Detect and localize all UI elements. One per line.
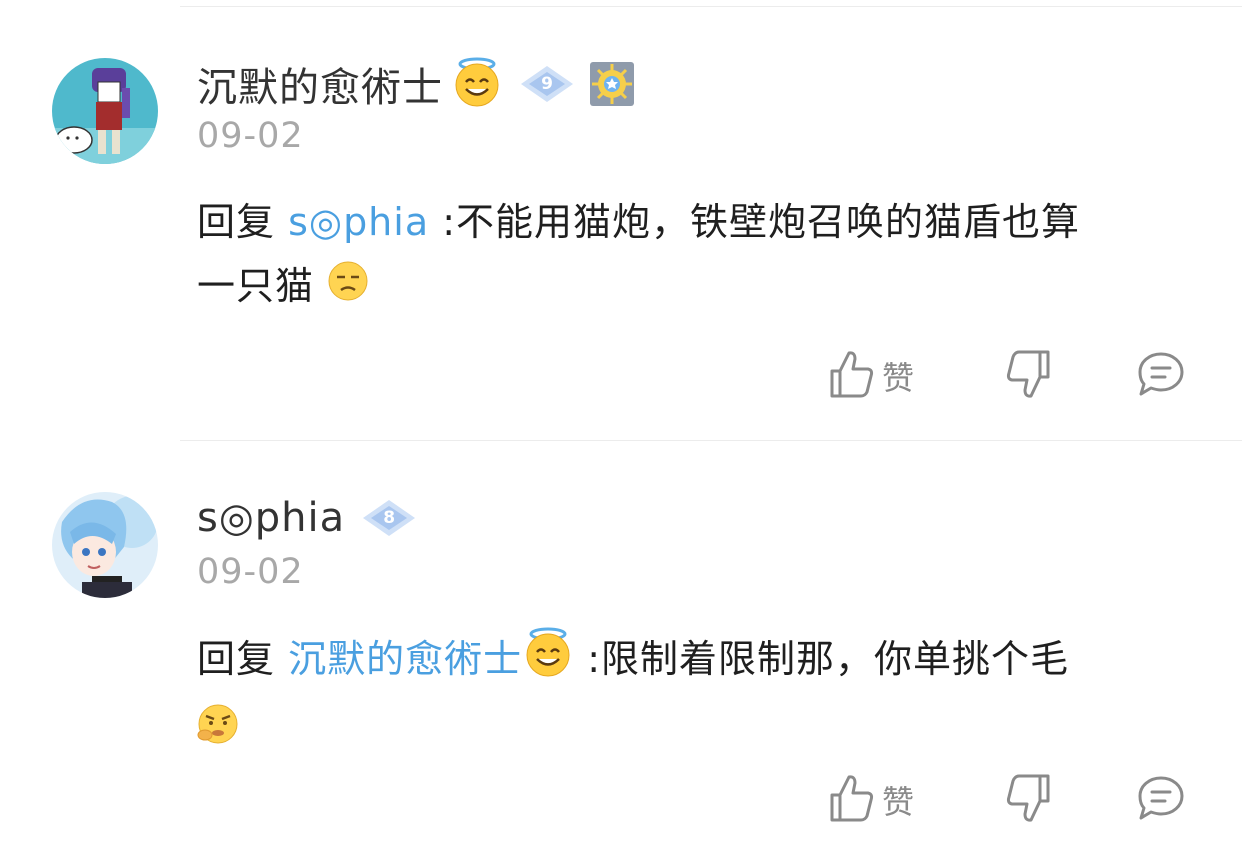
- comment-date: 09-02: [197, 552, 304, 592]
- unamused-emoji-icon: [327, 257, 369, 321]
- level-number: 9: [541, 74, 553, 94]
- reply-button[interactable]: [1136, 346, 1186, 406]
- top-divider: [180, 6, 1242, 7]
- reply-text-cont: 一只猫: [197, 264, 315, 308]
- reply-text: :不能用猫炮，铁壁炮召唤的猫盾也算: [442, 200, 1081, 244]
- action-bar: 赞: [0, 770, 1242, 830]
- comment-line-2: 一只猫: [197, 254, 1177, 321]
- reply-text: :限制着限制那，你单挑个毛: [587, 637, 1070, 681]
- avatar[interactable]: [52, 492, 158, 598]
- comment-text: 回复 s◎phia :不能用猫炮，铁壁炮召唤的猫盾也算 一只猫: [197, 190, 1177, 321]
- mention-link[interactable]: 沉默的愈術士: [288, 637, 522, 681]
- halo-smile-emoji-icon: [522, 626, 574, 697]
- thumbs-up-icon: [828, 349, 874, 403]
- level-badge: 9: [519, 64, 575, 104]
- comment-line-1: 回复 沉默的愈術士 :限制着限制那，你单挑个毛: [197, 626, 1177, 697]
- comment-divider: [180, 440, 1242, 441]
- username[interactable]: s◎phia: [197, 495, 345, 541]
- dislike-button[interactable]: [1006, 346, 1052, 406]
- reply-prefix: 回复: [197, 200, 276, 244]
- comment-text: 回复 沉默的愈術士 :限制着限制那，你单挑个毛: [197, 626, 1177, 764]
- reply-button[interactable]: [1136, 770, 1186, 830]
- like-label: 赞: [882, 783, 915, 821]
- grumpy-emoji-icon: [197, 700, 239, 764]
- mention-link[interactable]: s◎phia: [288, 200, 429, 244]
- comment-line-2: [197, 697, 1177, 764]
- username[interactable]: 沉默的愈術士: [197, 55, 443, 113]
- user-row: 沉默的愈術士 9: [197, 54, 635, 114]
- sun-medal-icon: [589, 61, 635, 107]
- level-badge: 8: [361, 498, 417, 538]
- halo-smile-emoji-icon: [451, 56, 503, 112]
- level-number: 8: [383, 508, 396, 528]
- like-button[interactable]: 赞: [828, 346, 914, 406]
- thumbs-up-icon: [828, 773, 874, 827]
- dislike-button[interactable]: [1006, 770, 1052, 830]
- thumbs-down-icon: [1006, 772, 1052, 828]
- user-row: s◎phia 8: [197, 488, 417, 548]
- reply-prefix: 回复: [197, 637, 276, 681]
- action-bar: 赞: [0, 346, 1242, 406]
- comment-icon: [1136, 350, 1186, 402]
- comment-icon: [1136, 774, 1186, 826]
- comment-line-1: 回复 s◎phia :不能用猫炮，铁壁炮召唤的猫盾也算: [197, 190, 1177, 254]
- like-button[interactable]: 赞: [828, 770, 914, 830]
- like-label: 赞: [882, 359, 915, 397]
- thumbs-down-icon: [1006, 348, 1052, 404]
- avatar[interactable]: [52, 58, 158, 164]
- comment-date: 09-02: [197, 116, 304, 156]
